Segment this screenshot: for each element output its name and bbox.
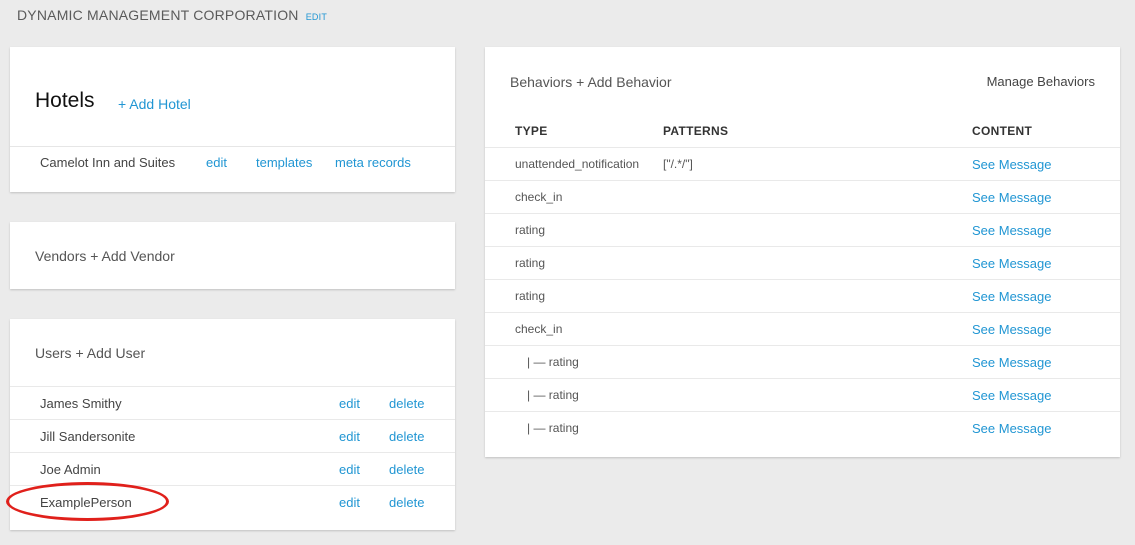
manage-behaviors-link[interactable]: Manage Behaviors [987, 74, 1095, 89]
user-row: James Smithy edit delete [10, 386, 455, 420]
behaviors-card: Behaviors + Add Behavior Manage Behavior… [485, 47, 1120, 457]
behavior-type: | — rating [527, 355, 579, 369]
vendors-card: Vendors + Add Vendor [10, 222, 455, 289]
user-delete-link[interactable]: delete [389, 396, 424, 411]
user-name: James Smithy [40, 396, 122, 411]
user-delete-link[interactable]: delete [389, 429, 424, 444]
hotel-meta-records-link[interactable]: meta records [335, 155, 411, 170]
user-name: Joe Admin [40, 462, 101, 477]
user-edit-link[interactable]: edit [339, 462, 360, 477]
behavior-type: rating [515, 256, 546, 270]
divider [10, 146, 455, 147]
behavior-row: rating See Message [485, 213, 1120, 247]
behavior-type: check_in [515, 190, 563, 204]
hotel-name: Camelot Inn and Suites [40, 155, 176, 170]
behavior-type: | — rating [527, 421, 579, 435]
behavior-type: check_in [515, 322, 563, 336]
behavior-row: | — rating See Message [485, 411, 1120, 445]
see-message-link[interactable]: See Message [972, 355, 1052, 370]
behaviors-title[interactable]: Behaviors + Add Behavior [510, 74, 672, 90]
see-message-link[interactable]: See Message [972, 157, 1052, 172]
see-message-link[interactable]: See Message [972, 289, 1052, 304]
see-message-link[interactable]: See Message [972, 190, 1052, 205]
behavior-type: rating [515, 289, 546, 303]
user-row: Joe Admin edit delete [10, 452, 455, 486]
highlight-circle-annotation [6, 482, 169, 521]
users-title[interactable]: Users + Add User [35, 345, 145, 361]
behavior-type: unattended_notification [515, 157, 640, 171]
behavior-row: check_in See Message [485, 180, 1120, 214]
user-delete-link[interactable]: delete [389, 462, 424, 477]
user-edit-link[interactable]: edit [339, 495, 360, 510]
hotel-edit-link[interactable]: edit [206, 155, 227, 170]
vendors-title[interactable]: Vendors + Add Vendor [35, 248, 175, 264]
behavior-row: rating See Message [485, 246, 1120, 280]
behavior-row: rating See Message [485, 279, 1120, 313]
hotels-card: Hotels + Add Hotel Camelot Inn and Suite… [10, 47, 455, 192]
column-header-content: CONTENT [972, 124, 1033, 138]
behavior-type: rating [515, 223, 546, 237]
column-header-patterns: PATTERNS [663, 124, 729, 138]
hotels-title: Hotels [35, 89, 95, 112]
behavior-row: unattended_notification ["/.*/"] See Mes… [485, 147, 1120, 181]
org-name: DYNAMIC MANAGEMENT CORPORATION [17, 7, 299, 23]
user-name: Jill Sandersonite [40, 429, 136, 444]
see-message-link[interactable]: See Message [972, 421, 1052, 436]
see-message-link[interactable]: See Message [972, 223, 1052, 238]
user-delete-link[interactable]: delete [389, 495, 424, 510]
see-message-link[interactable]: See Message [972, 256, 1052, 271]
behavior-row: check_in See Message [485, 312, 1120, 346]
org-header: DYNAMIC MANAGEMENT CORPORATION EDIT [17, 7, 327, 23]
behavior-row: | — rating See Message [485, 345, 1120, 379]
see-message-link[interactable]: See Message [972, 388, 1052, 403]
user-row: Jill Sandersonite edit delete [10, 419, 455, 453]
behavior-type: | — rating [527, 388, 579, 402]
see-message-link[interactable]: See Message [972, 322, 1052, 337]
behavior-row: | — rating See Message [485, 378, 1120, 412]
hotel-row: Camelot Inn and Suites edit templates me… [10, 155, 455, 175]
user-edit-link[interactable]: edit [339, 396, 360, 411]
add-hotel-link[interactable]: + Add Hotel [118, 96, 191, 112]
hotel-templates-link[interactable]: templates [256, 155, 312, 170]
org-edit-link[interactable]: EDIT [306, 12, 327, 22]
behavior-pattern: ["/.*/"] [663, 157, 693, 171]
column-header-type: TYPE [515, 124, 548, 138]
user-edit-link[interactable]: edit [339, 429, 360, 444]
